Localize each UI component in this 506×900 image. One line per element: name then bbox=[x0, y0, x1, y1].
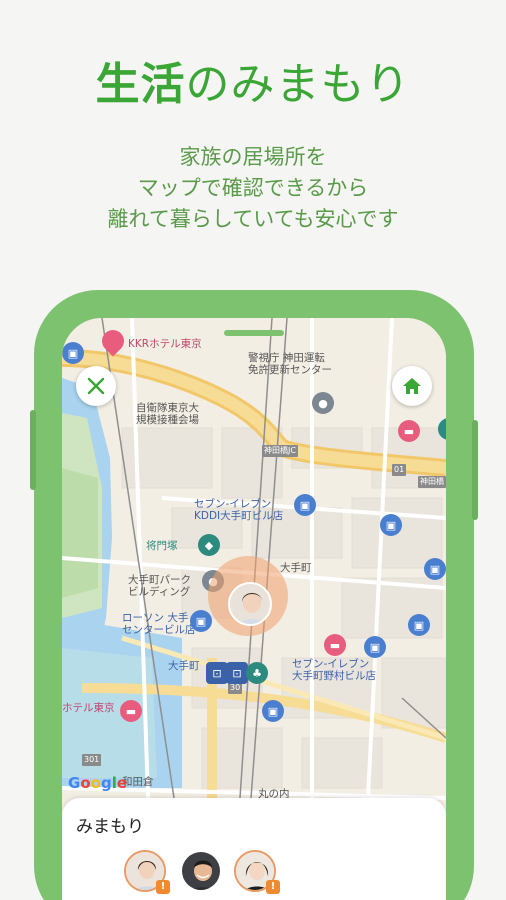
map-pin-hotel-4[interactable]: ▬ bbox=[120, 700, 142, 722]
map-label-road-01: 01 bbox=[392, 464, 407, 476]
sheet-title: みまもり bbox=[76, 817, 144, 837]
map-label-hotel-bottom: ホテル東京 bbox=[62, 702, 115, 714]
map-pin-shop-7[interactable]: ▣ bbox=[262, 700, 284, 722]
map-pin-tree[interactable]: ♣ bbox=[246, 662, 268, 684]
member-warning-badge: ! bbox=[156, 880, 170, 894]
map-label-seven-1: セブン-イレブン KDDI大手町ビル店 bbox=[194, 498, 284, 522]
member-warning-badge: ! bbox=[266, 880, 280, 894]
map-label-hotel-top: KKRホテル東京 bbox=[128, 338, 202, 350]
map-pin-shop-5[interactable]: ▣ bbox=[408, 614, 430, 636]
close-icon bbox=[87, 377, 105, 395]
map-pin-shop-2[interactable]: ▣ bbox=[294, 494, 316, 516]
map-pin-place[interactable]: ● bbox=[312, 392, 334, 414]
subtext-line-1: 家族の居場所を bbox=[179, 145, 327, 169]
subtext-line-2: マップで確認できるから bbox=[137, 176, 369, 200]
map-pin-station[interactable]: ⊡ bbox=[206, 662, 228, 684]
phone-screen: KKRホテル東京 警視庁 神田運転 免許更新センター 自衛隊東京大 規模接種会場… bbox=[62, 318, 446, 900]
member-avatar-2[interactable] bbox=[180, 850, 222, 892]
headline-light: のみまもり bbox=[185, 59, 411, 110]
map-pin-shop-3[interactable]: ▣ bbox=[380, 514, 402, 536]
map-label-otemachi: 大手町 bbox=[280, 562, 312, 574]
map-label-otemachi-station: 大手町 bbox=[168, 660, 200, 672]
headline: 生活のみまもり bbox=[0, 48, 506, 112]
subtext-line-3: 離れて暮らしていても安心です bbox=[107, 207, 399, 231]
map-pin-hotel-3[interactable]: ▬ bbox=[324, 634, 346, 656]
map-pin-shop-4[interactable]: ▣ bbox=[424, 558, 446, 580]
headline-strong: 生活 bbox=[95, 59, 186, 110]
map-label-seven-2: セブン-イレブン 大手町野村ビル店 bbox=[292, 658, 376, 682]
map-pin-lawson[interactable]: ▣ bbox=[190, 610, 212, 632]
subtext: 家族の居場所を マップで確認できるから 離れて暮らしていても安心です bbox=[0, 142, 506, 235]
map-label-road-kandabashi: 神田橋JC bbox=[262, 445, 298, 457]
map-pin-hotel-2[interactable]: ▬ bbox=[398, 420, 420, 442]
phone-side-button bbox=[472, 420, 478, 520]
map-label-road-sign: 神田橋 bbox=[418, 476, 446, 488]
map-pin-station-2[interactable]: ⊡ bbox=[226, 662, 248, 684]
phone-side-button bbox=[30, 410, 36, 490]
map-label-masakado: 将門塚 bbox=[146, 540, 178, 552]
close-button[interactable] bbox=[76, 366, 116, 406]
location-avatar[interactable] bbox=[228, 582, 272, 626]
map-label-park-building: 大手町パーク ビルディング bbox=[128, 574, 191, 598]
map-label-police: 警視庁 神田運転 免許更新センター bbox=[248, 352, 332, 376]
home-button[interactable] bbox=[392, 366, 432, 406]
map-pin-shop-6[interactable]: ▣ bbox=[364, 636, 386, 658]
map-pin-masakado[interactable]: ◆ bbox=[198, 534, 220, 556]
home-icon bbox=[403, 378, 421, 394]
bottom-sheet[interactable]: みまもり ! ! bbox=[62, 798, 446, 900]
map-label-lawson: ローソン 大手 センタービル店 bbox=[122, 612, 196, 636]
map-pin-shop[interactable]: ▣ bbox=[62, 342, 84, 364]
map-label-jsdf: 自衛隊東京大 規模接種会場 bbox=[136, 402, 199, 426]
google-logo: Google bbox=[68, 774, 128, 792]
person-icon bbox=[182, 852, 220, 890]
map-label-road-301: 301 bbox=[82, 754, 102, 766]
phone-notch bbox=[224, 330, 284, 336]
